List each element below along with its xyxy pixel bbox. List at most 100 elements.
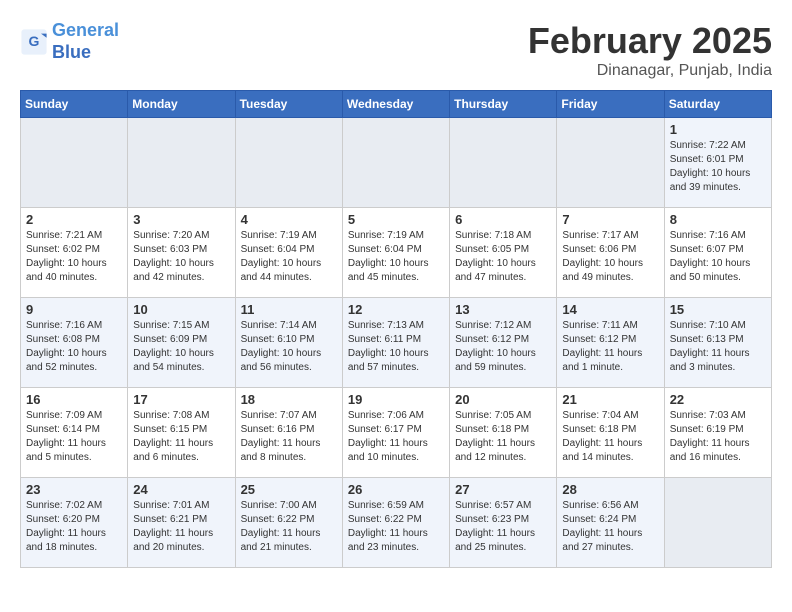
day-number: 13 — [455, 302, 551, 317]
calendar-cell: 25Sunrise: 7:00 AMSunset: 6:22 PMDayligh… — [235, 478, 342, 568]
day-info: Sunrise: 7:04 AMSunset: 6:18 PMDaylight:… — [562, 409, 658, 465]
calendar-cell: 28 Sunrise: 6:56 AMSunset: 6:24 PMDayligh… — [557, 478, 664, 568]
header-thursday: Thursday — [450, 91, 557, 118]
day-number: 4 — [241, 212, 337, 227]
day-number: 1 — [670, 122, 766, 137]
title-section: February 2025 Dinanagar, Punjab, India — [528, 20, 772, 80]
calendar-cell: 15 Sunrise: 7:10 AMSunset: 6:13 PMDayligh… — [664, 298, 771, 388]
calendar-cell — [557, 118, 664, 208]
day-number: 24 — [133, 482, 229, 497]
day-number: 3 — [133, 212, 229, 227]
day-info: Sunrise: 7:13 AMSunset: 6:11 PMDaylight:… — [348, 319, 444, 375]
day-info: Sunrise: 7:16 AMSunset: 6:08 PMDaylight:… — [26, 319, 122, 375]
calendar-cell: 2 Sunrise: 7:21 AMSunset: 6:02 PMDaylight… — [21, 208, 128, 298]
day-info: Sunrise: 7:08 AMSunset: 6:15 PMDaylight:… — [133, 409, 229, 465]
day-info: Sunrise: 7:20 AMSunset: 6:03 PMDaylight:… — [133, 229, 229, 285]
day-number: 12 — [348, 302, 444, 317]
page-header: G General Blue February 2025 Dinanagar, … — [20, 20, 772, 80]
day-info: Sunrise: 7:00 AMSunset: 6:22 PMDaylight:… — [241, 499, 337, 555]
day-info: Sunrise: 7:16 AMSunset: 6:07 PMDaylight:… — [670, 229, 766, 285]
calendar-cell: 24 Sunrise: 7:01 AMSunset: 6:21 PMDayligh… — [128, 478, 235, 568]
day-number: 20 — [455, 392, 551, 407]
day-number: 21 — [562, 392, 658, 407]
day-number: 28 — [562, 482, 658, 497]
header-tuesday: Tuesday — [235, 91, 342, 118]
calendar-cell: 14 Sunrise: 7:11 AMSunset: 6:12 PMDayligh… — [557, 298, 664, 388]
calendar-cell — [342, 118, 449, 208]
day-info: Sunrise: 7:12 AMSunset: 6:12 PMDaylight:… — [455, 319, 551, 375]
day-info: Sunrise: 7:15 AMSunset: 6:09 PMDaylight:… — [133, 319, 229, 375]
calendar-week-row: 2 Sunrise: 7:21 AMSunset: 6:02 PMDaylight… — [21, 208, 772, 298]
day-info: Sunrise: 7:19 AMSunset: 6:04 PMDaylight:… — [348, 229, 444, 285]
day-number: 22 — [670, 392, 766, 407]
calendar-cell: 13 Sunrise: 7:12 AMSunset: 6:12 PMDayligh… — [450, 298, 557, 388]
day-info: Sunrise: 7:07 AMSunset: 6:16 PMDaylight:… — [241, 409, 337, 465]
header-saturday: Saturday — [664, 91, 771, 118]
day-info: Sunrise: 7:01 AMSunset: 6:21 PMDaylight:… — [133, 499, 229, 555]
calendar-cell: 23Sunrise: 7:02 AMSunset: 6:20 PMDayligh… — [21, 478, 128, 568]
day-info: Sunrise: 7:03 AMSunset: 6:19 PMDaylight:… — [670, 409, 766, 465]
calendar-cell: 20 Sunrise: 7:05 AMSunset: 6:18 PMDayligh… — [450, 388, 557, 478]
day-info: Sunrise: 7:18 AMSunset: 6:05 PMDaylight:… — [455, 229, 551, 285]
calendar-cell: 22 Sunrise: 7:03 AMSunset: 6:19 PMDayligh… — [664, 388, 771, 478]
day-number: 2 — [26, 212, 122, 227]
day-number: 16 — [26, 392, 122, 407]
calendar-cell: 3 Sunrise: 7:20 AMSunset: 6:03 PMDaylight… — [128, 208, 235, 298]
day-info: Sunrise: 7:10 AMSunset: 6:13 PMDaylight:… — [670, 319, 766, 375]
calendar-week-row: 9Sunrise: 7:16 AMSunset: 6:08 PMDaylight… — [21, 298, 772, 388]
calendar-cell: 12 Sunrise: 7:13 AMSunset: 6:11 PMDayligh… — [342, 298, 449, 388]
calendar-week-row: 16 Sunrise: 7:09 AMSunset: 6:14 PMDayligh… — [21, 388, 772, 478]
header-friday: Friday — [557, 91, 664, 118]
day-info: Sunrise: 7:14 AMSunset: 6:10 PMDaylight:… — [241, 319, 337, 375]
day-info: Sunrise: 7:06 AMSunset: 6:17 PMDaylight:… — [348, 409, 444, 465]
day-info: Sunrise: 7:22 AMSunset: 6:01 PMDaylight:… — [670, 139, 766, 195]
day-number: 7 — [562, 212, 658, 227]
header-monday: Monday — [128, 91, 235, 118]
calendar-cell: 11 Sunrise: 7:14 AMSunset: 6:10 PMDayligh… — [235, 298, 342, 388]
calendar-cell: 19 Sunrise: 7:06 AMSunset: 6:17 PMDayligh… — [342, 388, 449, 478]
calendar-week-row: 1 Sunrise: 7:22 AMSunset: 6:01 PMDaylight… — [21, 118, 772, 208]
day-info: Sunrise: 7:17 AMSunset: 6:06 PMDaylight:… — [562, 229, 658, 285]
day-info: Sunrise: 7:21 AMSunset: 6:02 PMDaylight:… — [26, 229, 122, 285]
day-number: 8 — [670, 212, 766, 227]
calendar-cell: 9Sunrise: 7:16 AMSunset: 6:08 PMDaylight… — [21, 298, 128, 388]
day-info: Sunrise: 6:57 AMSunset: 6:23 PMDaylight:… — [455, 499, 551, 555]
day-number: 5 — [348, 212, 444, 227]
calendar-cell: 18 Sunrise: 7:07 AMSunset: 6:16 PMDayligh… — [235, 388, 342, 478]
day-number: 19 — [348, 392, 444, 407]
day-number: 23 — [26, 482, 122, 497]
day-number: 26 — [348, 482, 444, 497]
day-info: Sunrise: 7:05 AMSunset: 6:18 PMDaylight:… — [455, 409, 551, 465]
svg-text:G: G — [29, 33, 40, 49]
logo-icon: G — [20, 28, 48, 56]
calendar-cell: 17 Sunrise: 7:08 AMSunset: 6:15 PMDayligh… — [128, 388, 235, 478]
calendar-cell: 4 Sunrise: 7:19 AMSunset: 6:04 PMDaylight… — [235, 208, 342, 298]
day-number: 15 — [670, 302, 766, 317]
day-info: Sunrise: 6:56 AMSunset: 6:24 PMDaylight:… — [562, 499, 658, 555]
calendar-week-row: 23Sunrise: 7:02 AMSunset: 6:20 PMDayligh… — [21, 478, 772, 568]
calendar-cell: 26 Sunrise: 6:59 AMSunset: 6:22 PMDayligh… — [342, 478, 449, 568]
day-number: 11 — [241, 302, 337, 317]
logo: G General Blue — [20, 20, 119, 63]
day-info: Sunrise: 6:59 AMSunset: 6:22 PMDaylight:… — [348, 499, 444, 555]
calendar-cell: 7 Sunrise: 7:17 AMSunset: 6:06 PMDaylight… — [557, 208, 664, 298]
day-number: 18 — [241, 392, 337, 407]
calendar-title: February 2025 — [528, 20, 772, 62]
calendar-cell: 1 Sunrise: 7:22 AMSunset: 6:01 PMDaylight… — [664, 118, 771, 208]
calendar-cell — [664, 478, 771, 568]
day-number: 14 — [562, 302, 658, 317]
calendar-table: SundayMondayTuesdayWednesdayThursdayFrid… — [20, 90, 772, 568]
header-wednesday: Wednesday — [342, 91, 449, 118]
calendar-cell: 10Sunrise: 7:15 AMSunset: 6:09 PMDayligh… — [128, 298, 235, 388]
calendar-cell — [450, 118, 557, 208]
day-info: Sunrise: 7:09 AMSunset: 6:14 PMDaylight:… — [26, 409, 122, 465]
calendar-cell: 21 Sunrise: 7:04 AMSunset: 6:18 PMDayligh… — [557, 388, 664, 478]
calendar-cell — [21, 118, 128, 208]
day-info: Sunrise: 7:19 AMSunset: 6:04 PMDaylight:… — [241, 229, 337, 285]
calendar-cell: 16 Sunrise: 7:09 AMSunset: 6:14 PMDayligh… — [21, 388, 128, 478]
calendar-cell: 8 Sunrise: 7:16 AMSunset: 6:07 PMDaylight… — [664, 208, 771, 298]
calendar-cell: 27Sunrise: 6:57 AMSunset: 6:23 PMDayligh… — [450, 478, 557, 568]
day-info: Sunrise: 7:11 AMSunset: 6:12 PMDaylight:… — [562, 319, 658, 375]
day-number: 17 — [133, 392, 229, 407]
calendar-header-row: SundayMondayTuesdayWednesdayThursdayFrid… — [21, 91, 772, 118]
